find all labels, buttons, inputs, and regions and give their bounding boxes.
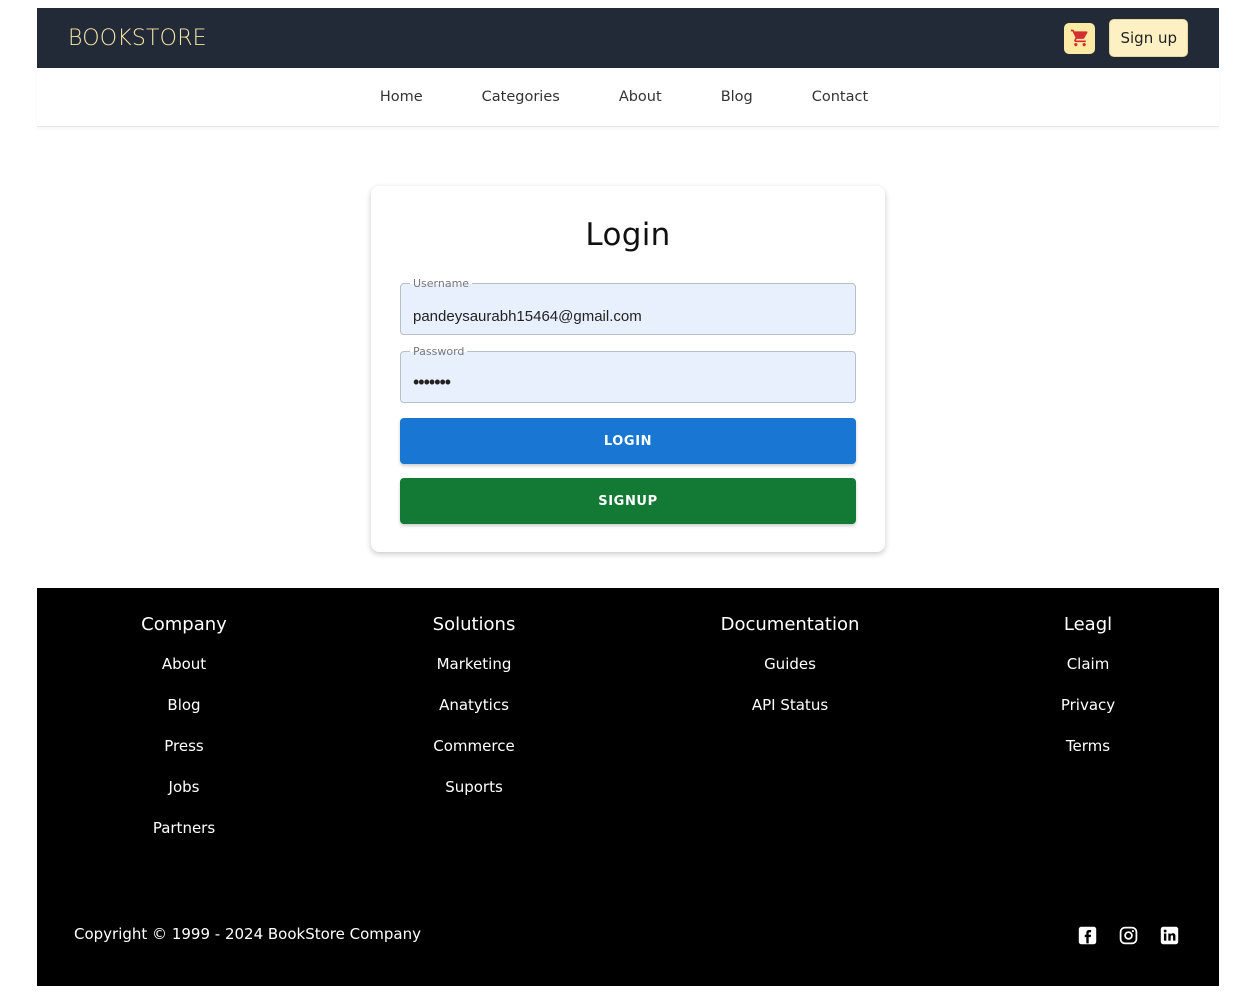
footer-link-marketing[interactable]: Marketing (419, 653, 529, 694)
password-input[interactable] (401, 352, 855, 402)
footer-heading: Company (141, 614, 227, 635)
footer-link-supports[interactable]: Suports (419, 776, 529, 817)
nav-item-contact[interactable]: Contact (812, 89, 868, 105)
copyright-text: Copyright © 1999 - 2024 BookStore Compan… (74, 925, 421, 943)
username-input[interactable] (401, 284, 855, 334)
footer-link-claim[interactable]: Claim (1048, 653, 1128, 694)
footer-link-press[interactable]: Press (129, 735, 239, 776)
instagram-icon[interactable] (1119, 926, 1138, 945)
password-field[interactable]: Password (400, 345, 856, 403)
footer: Company About Blog Press Jobs Partners S… (37, 588, 1219, 986)
nav-item-home[interactable]: Home (380, 89, 423, 105)
login-title: Login (585, 217, 671, 253)
footer-link-terms[interactable]: Terms (1048, 735, 1128, 776)
login-card: Login Username Password LOGIN SIGNUP (371, 186, 885, 552)
top-bar: BOOKSTORE Sign up (37, 8, 1219, 68)
cart-icon (1070, 29, 1088, 47)
footer-column-legal: Leagl Claim Privacy Terms (1048, 614, 1128, 776)
footer-heading: Solutions (432, 614, 516, 635)
facebook-icon[interactable] (1078, 926, 1097, 945)
signup-header-button[interactable]: Sign up (1109, 19, 1188, 57)
footer-heading: Documentation (720, 614, 860, 635)
social-links (1078, 926, 1179, 945)
footer-column-company: Company About Blog Press Jobs Partners (129, 614, 239, 858)
nav-list: Home Categories About Blog Contact (350, 89, 897, 105)
footer-link-privacy[interactable]: Privacy (1048, 694, 1128, 735)
brand-logo[interactable]: BOOKSTORE (68, 26, 207, 51)
nav-item-blog[interactable]: Blog (721, 89, 753, 105)
signup-button[interactable]: SIGNUP (400, 478, 856, 524)
footer-link-about[interactable]: About (129, 653, 239, 694)
username-field[interactable]: Username (400, 277, 856, 335)
footer-link-jobs[interactable]: Jobs (129, 776, 239, 817)
footer-heading: Leagl (1063, 614, 1113, 635)
footer-link-partners[interactable]: Partners (129, 817, 239, 858)
footer-link-blog[interactable]: Blog (129, 694, 239, 735)
footer-link-api-status[interactable]: API Status (720, 694, 860, 735)
cart-button[interactable] (1064, 22, 1096, 54)
login-button[interactable]: LOGIN (400, 418, 856, 464)
nav-item-categories[interactable]: Categories (482, 89, 560, 105)
page-header: BOOKSTORE Sign up Home Categories About … (37, 8, 1219, 127)
linkedin-icon[interactable] (1160, 926, 1179, 945)
nav-item-about[interactable]: About (619, 89, 662, 105)
footer-link-commerce[interactable]: Commerce (419, 735, 529, 776)
main-nav: Home Categories About Blog Contact (37, 68, 1219, 127)
footer-column-documentation: Documentation Guides API Status (720, 614, 860, 735)
footer-link-guides[interactable]: Guides (720, 653, 860, 694)
footer-column-solutions: Solutions Marketing Anatytics Commerce S… (419, 614, 529, 817)
header-actions: Sign up (1064, 19, 1188, 57)
footer-link-analytics[interactable]: Anatytics (419, 694, 529, 735)
